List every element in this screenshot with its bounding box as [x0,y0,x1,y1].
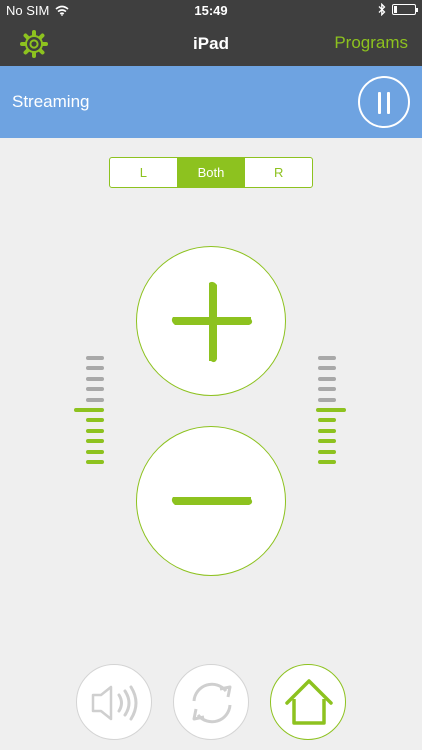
side-selector: L Both R [109,157,313,188]
home-button[interactable] [270,664,346,740]
level-tick [86,418,104,423]
status-right-group [378,3,418,16]
pause-bar-left [378,92,381,114]
level-tick [318,439,336,444]
level-tick [318,356,336,360]
level-tick [318,397,336,402]
programs-button[interactable]: Programs [334,33,408,53]
level-tick [318,387,336,392]
level-tick [74,408,104,412]
level-tick [316,408,346,412]
level-tick [318,376,336,381]
bluetooth-icon [378,3,386,16]
level-tick [86,366,104,371]
status-time: 15:49 [194,3,228,18]
nav-bar: iPad Programs [0,22,422,66]
level-tick [86,439,104,444]
level-tick [318,366,336,371]
level-tick [86,397,104,402]
gear-icon[interactable] [20,30,48,58]
level-tick [318,460,336,464]
level-tick [86,428,104,433]
minus-icon [171,497,253,505]
battery-icon [392,4,418,15]
sync-icon [192,682,232,724]
level-tick [86,460,104,464]
status-bar: No SIM 15:49 [0,0,422,22]
battery-fill [394,6,397,13]
side-option-both[interactable]: Both [177,158,246,187]
streaming-label: Streaming [12,92,90,111]
speaker-icon [91,685,138,721]
level-tick [86,387,104,392]
pause-button[interactable] [358,76,410,128]
level-tick [86,449,104,454]
level-tick [318,428,336,433]
level-tick [318,449,336,454]
side-option-left[interactable]: L [110,158,178,187]
plus-icon [171,281,253,363]
speaker-button[interactable] [76,664,152,740]
side-option-right[interactable]: R [245,158,312,187]
volume-up-button[interactable] [136,246,286,396]
level-tick [86,356,104,360]
volume-down-button[interactable] [136,426,286,576]
level-tick [86,376,104,381]
sync-button[interactable] [173,664,249,740]
pause-bar-right [387,92,390,114]
level-tick [318,418,336,423]
streaming-bar: Streaming [0,66,422,138]
home-icon [285,679,333,725]
